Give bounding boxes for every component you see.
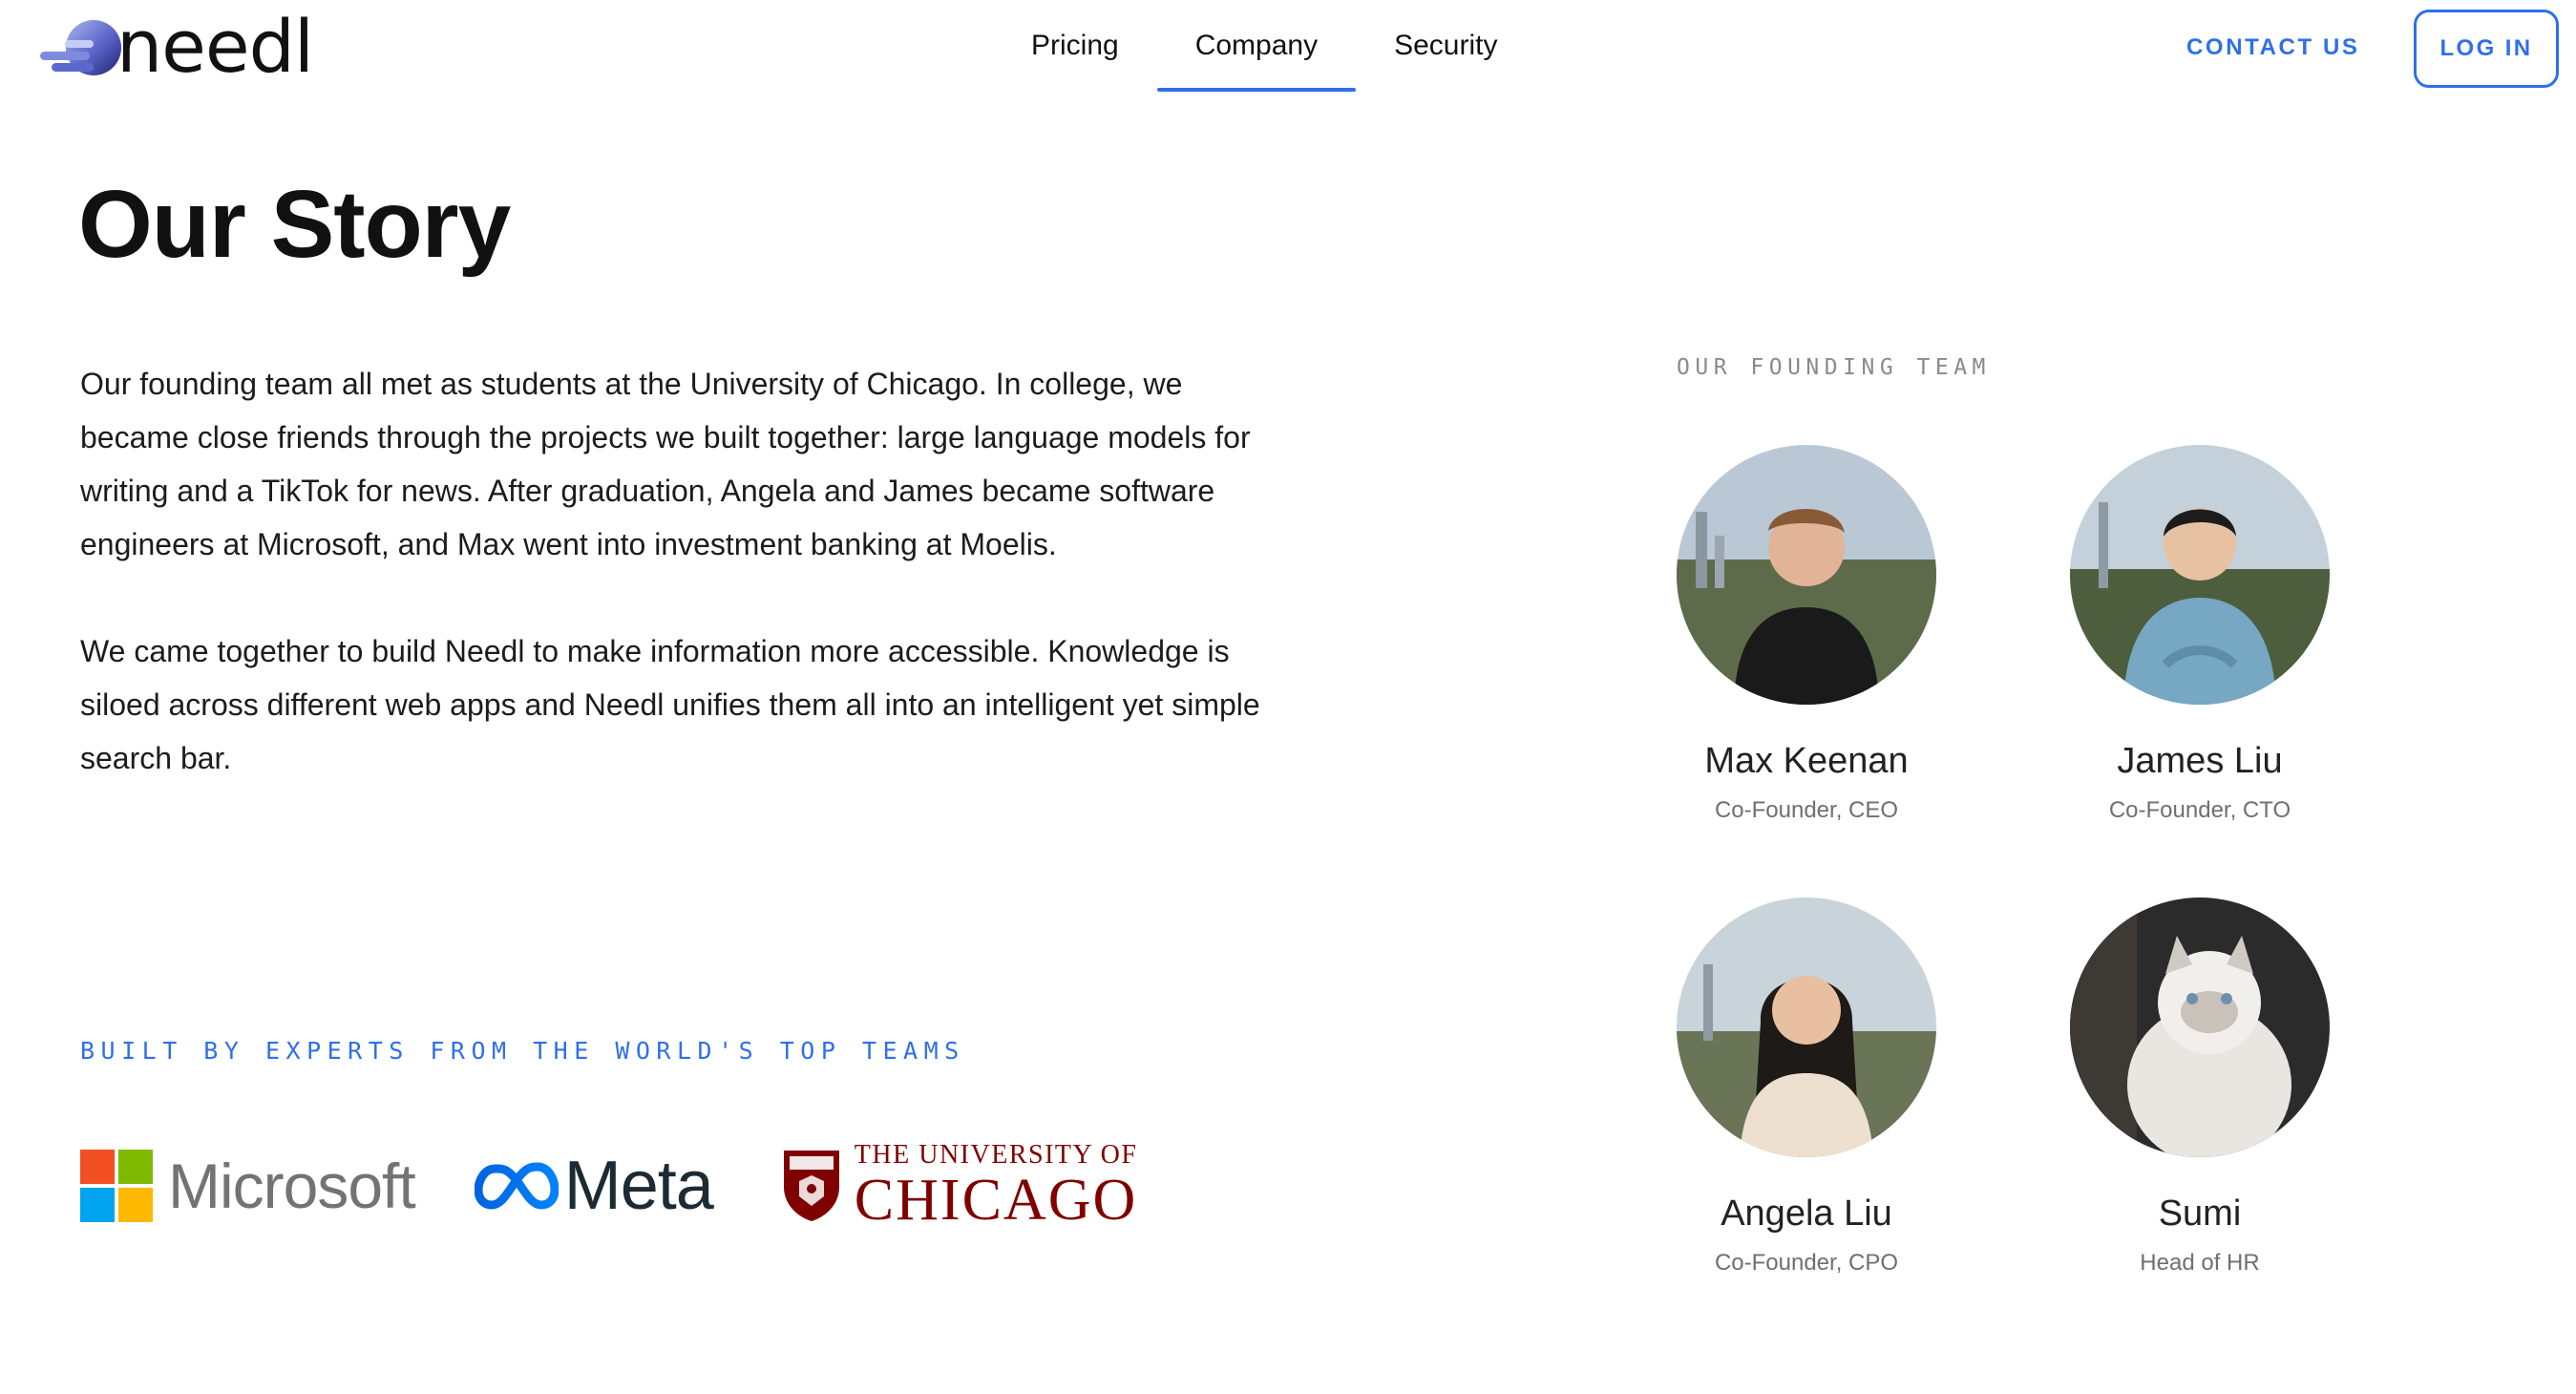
microsoft-icon [80,1150,153,1222]
experts-label: BUILT BY EXPERTS FROM THE WORLD'S TOP TE… [80,1037,965,1065]
uchicago-logo: THE UNIVERSITY OF CHICAGO [782,1142,1138,1230]
story-paragraph-2: We came together to build Needl to make … [80,634,1260,775]
avatar-max-keenan [1677,445,1936,705]
member-role: Head of HR [2140,1250,2260,1276]
avatar-james-liu [2070,445,2330,705]
member-role: Co-Founder, CTO [2108,797,2291,823]
nav-security[interactable]: Security [1356,0,1535,92]
team-member-card: Angela Liu Co-Founder, CPO [1663,898,1950,1277]
microsoft-logo: Microsoft [80,1150,416,1222]
team-member-card: Max Keenan Co-Founder, CEO [1663,445,1950,824]
shield-icon [783,1151,839,1221]
main-nav: Pricing Company Security [993,0,1535,92]
company-logos: Microsoft Meta THE UNIVERSITY OF CHICAGO [80,1138,1137,1234]
nav-pricing[interactable]: Pricing [993,0,1157,92]
needl-logo-icon [40,20,121,75]
member-name: Angela Liu [1721,1193,1892,1234]
meta-infinity-icon [474,1162,559,1210]
member-name: Sumi [2158,1193,2242,1234]
member-role: Co-Founder, CPO [1714,1250,1899,1276]
member-role: Co-Founder, CEO [1714,797,1899,823]
logo-wordmark: needl [116,4,314,89]
page-title: Our Story [78,171,511,278]
team-label: OUR FOUNDING TEAM [1677,355,1991,380]
avatar-sumi-cat [2070,898,2330,1157]
member-name: Max Keenan [1704,741,1909,781]
story-text: Our founding team all met as students at… [80,357,1264,785]
meta-logo: Meta [474,1147,714,1225]
uchicago-line-2: CHICAGO [854,1168,1138,1233]
log-in-button[interactable]: LOG IN [2414,10,2559,88]
team-member-card: Sumi Head of HR [2057,898,2343,1277]
nav-company[interactable]: Company [1156,0,1357,92]
microsoft-wordmark: Microsoft [168,1151,416,1221]
team-member-card: James Liu Co-Founder, CTO [2057,445,2343,824]
story-paragraph-1: Our founding team all met as students at… [80,367,1251,561]
needl-logo[interactable]: needl [36,4,314,89]
meta-wordmark: Meta [563,1148,714,1224]
avatar-angela-liu [1677,898,1936,1157]
member-name: James Liu [2117,741,2283,781]
contact-us-link[interactable]: CONTACT US [2186,0,2360,95]
uchicago-line-1: THE UNIVERSITY OF [854,1140,1138,1170]
